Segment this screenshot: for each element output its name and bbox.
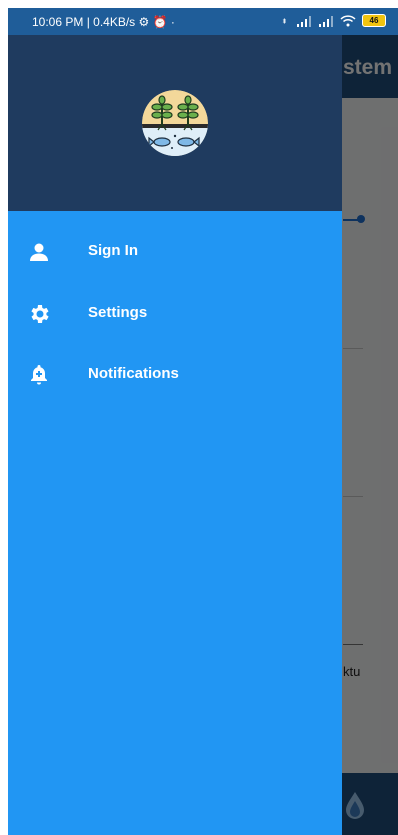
drawer-item-label: Sign In bbox=[88, 242, 138, 259]
signal-icon bbox=[297, 15, 311, 27]
gear-icon bbox=[31, 305, 49, 323]
bluetooth-icon bbox=[282, 17, 286, 24]
status-icons: 46 bbox=[282, 14, 386, 27]
bell-plus-icon bbox=[31, 365, 47, 385]
drawer-item-label: Notifications bbox=[88, 365, 179, 382]
person-icon bbox=[30, 243, 48, 261]
plants-and-fish-logo bbox=[142, 90, 208, 156]
screen: stem ktu bbox=[8, 8, 398, 835]
drawer-item-notifications[interactable]: Notifications bbox=[8, 349, 342, 401]
navigation-drawer: Sign In Settings Notifications bbox=[8, 8, 342, 835]
wifi-icon bbox=[340, 14, 356, 26]
status-bar: 10:06 PM | 0.4KB/s ⚙ ⏰ · 46 bbox=[8, 8, 398, 35]
battery-icon: 46 bbox=[362, 14, 386, 27]
drawer-item-sign-in[interactable]: Sign In bbox=[8, 226, 342, 278]
drawer-header bbox=[8, 8, 342, 211]
status-time-and-network: 10:06 PM | 0.4KB/s ⚙ ⏰ · bbox=[32, 15, 175, 29]
signal-icon bbox=[319, 15, 333, 27]
drawer-item-settings[interactable]: Settings bbox=[8, 288, 342, 340]
drawer-item-label: Settings bbox=[88, 304, 148, 321]
